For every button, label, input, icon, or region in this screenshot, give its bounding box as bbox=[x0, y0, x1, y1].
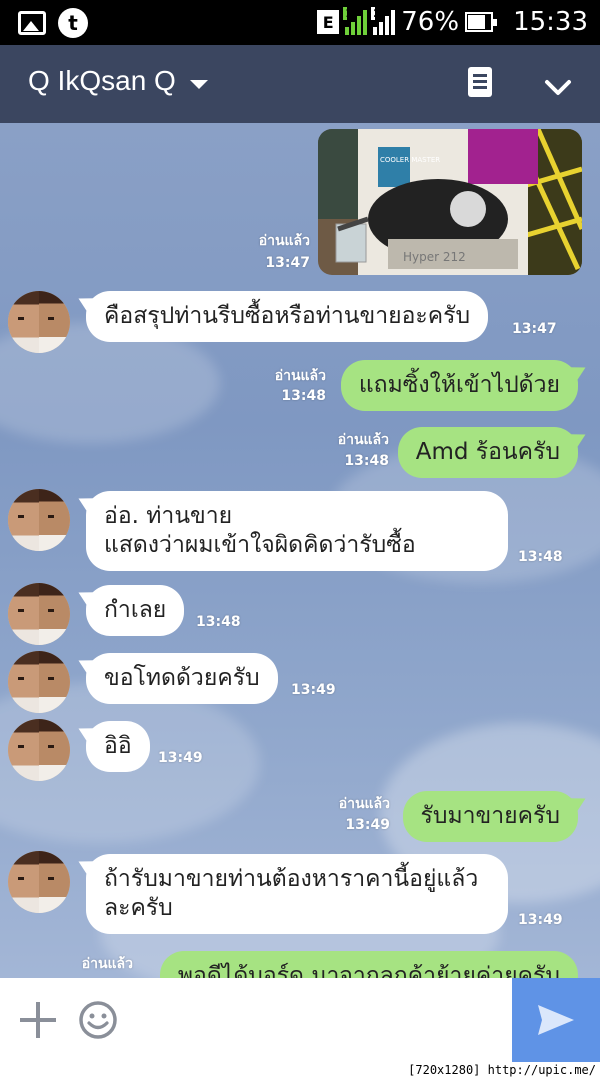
message-text-line: แสดงว่าผมเข้าใจผิดคิดว่ารับซื้อ bbox=[104, 532, 416, 558]
avatar[interactable] bbox=[8, 851, 70, 913]
message-time: 13:47 bbox=[512, 321, 557, 337]
watermark-text: [720x1280] http://upic.me/ bbox=[408, 1063, 596, 1077]
message-time: 13:49 bbox=[158, 750, 203, 766]
outgoing-message-bubble[interactable]: แถมซิ้งให้เข้าไปด้วย bbox=[340, 360, 578, 411]
notes-icon[interactable] bbox=[468, 67, 492, 97]
status-bar: t E 1 2 76% 15:33 bbox=[0, 0, 600, 45]
incoming-message-bubble[interactable]: กำเลย bbox=[86, 585, 185, 636]
message-time: 13:49 bbox=[345, 817, 390, 833]
message-time: 13:49 bbox=[291, 682, 336, 698]
sim1-signal-icon: 1 bbox=[343, 7, 368, 35]
avatar[interactable] bbox=[8, 651, 70, 713]
message-text: Amd ร้อนครับ bbox=[415, 439, 560, 465]
clock: 15:33 bbox=[513, 7, 588, 37]
tumblr-notification-icon: t bbox=[58, 8, 88, 38]
caret-down-icon[interactable] bbox=[190, 80, 208, 89]
message-time: 13:48 bbox=[196, 614, 241, 630]
sim2-signal-icon: 2 bbox=[371, 7, 396, 35]
incoming-message-bubble[interactable]: อิอิ bbox=[86, 721, 150, 772]
watermark-bar: [720x1280] http://upic.me/ bbox=[0, 1062, 600, 1081]
read-receipt: อ่านแล้ว bbox=[258, 233, 310, 249]
message-text: รับมาขายครับ bbox=[420, 803, 560, 829]
network-type-indicator: E bbox=[317, 10, 340, 34]
avatar[interactable] bbox=[8, 291, 70, 353]
message-text: พอดีได้บอร์ด มาจากลูกค้าย้ายค่ายครับ bbox=[177, 963, 560, 978]
incoming-message-bubble[interactable]: คือสรุปท่านรีบซื้อหรือท่านขายอะครับ bbox=[86, 291, 489, 342]
message-text: แถมซิ้งให้เข้าไปด้วย bbox=[358, 372, 560, 398]
photo-brand-text: COOLER MASTER bbox=[380, 156, 440, 164]
chat-header: Q IkQsan Q bbox=[0, 45, 600, 123]
message-time: 13:48 bbox=[518, 549, 563, 565]
message-input[interactable] bbox=[140, 990, 500, 1050]
avatar[interactable] bbox=[8, 719, 70, 781]
message-time: 13:49 bbox=[518, 912, 563, 928]
read-receipt: อ่านแล้ว bbox=[81, 956, 133, 972]
read-receipt: อ่านแล้ว bbox=[274, 368, 326, 384]
photo-model-text: Hyper 212 bbox=[403, 250, 466, 264]
message-text: กำเลย bbox=[104, 597, 167, 623]
message-text: อิอิ bbox=[104, 733, 132, 759]
avatar[interactable] bbox=[8, 583, 70, 645]
chevron-down-icon[interactable] bbox=[544, 73, 572, 101]
gallery-notification-icon bbox=[18, 11, 46, 35]
outgoing-message-bubble[interactable]: Amd ร้อนครับ bbox=[397, 427, 578, 478]
message-time: 13:48 bbox=[281, 388, 326, 404]
outgoing-message-bubble[interactable]: รับมาขายครับ bbox=[402, 791, 578, 842]
battery-percent: 76% bbox=[401, 7, 460, 37]
message-text: คือสรุปท่านรีบซื้อหรือท่านขายอะครับ bbox=[104, 303, 471, 329]
emoji-icon[interactable] bbox=[78, 1000, 118, 1040]
avatar[interactable] bbox=[8, 489, 70, 551]
battery-icon bbox=[465, 12, 498, 32]
message-text-line: ละครับ bbox=[104, 895, 173, 921]
outgoing-message-bubble[interactable]: พอดีได้บอร์ด มาจากลูกค้าย้ายค่ายครับ bbox=[159, 951, 578, 978]
message-text: ขอโทดด้วยครับ bbox=[104, 665, 260, 691]
incoming-message-bubble[interactable]: ขอโทดด้วยครับ bbox=[86, 653, 278, 704]
incoming-message-bubble[interactable]: ถ้ารับมาขายท่านต้องหาราคานี้อยู่แล้ว ละค… bbox=[86, 854, 508, 934]
input-bar bbox=[0, 978, 600, 1062]
photo-thumbnail: COOLER MASTER Hyper 212 bbox=[318, 129, 582, 275]
message-text-line: ถ้ารับมาขายท่านต้องหาราคานี้อยู่แล้ว bbox=[104, 866, 479, 892]
message-text-line: อ่อ. ท่านขาย bbox=[104, 503, 233, 529]
send-arrow-icon bbox=[538, 1005, 574, 1035]
send-button[interactable] bbox=[512, 978, 600, 1062]
chat-title[interactable]: Q IkQsan Q bbox=[28, 65, 176, 97]
message-time: 13:48 bbox=[344, 453, 389, 469]
image-message[interactable]: COOLER MASTER Hyper 212 bbox=[318, 129, 582, 275]
incoming-message-bubble[interactable]: อ่อ. ท่านขาย แสดงว่าผมเข้าใจผิดคิดว่ารับ… bbox=[86, 491, 508, 571]
chat-area[interactable]: COOLER MASTER Hyper 212 อ่านแล้ว 13:47 ค… bbox=[0, 123, 600, 978]
read-receipt: อ่านแล้ว bbox=[337, 432, 389, 448]
read-receipt: อ่านแล้ว bbox=[338, 796, 390, 812]
plus-icon[interactable] bbox=[20, 1002, 56, 1038]
message-time: 13:47 bbox=[265, 255, 310, 271]
